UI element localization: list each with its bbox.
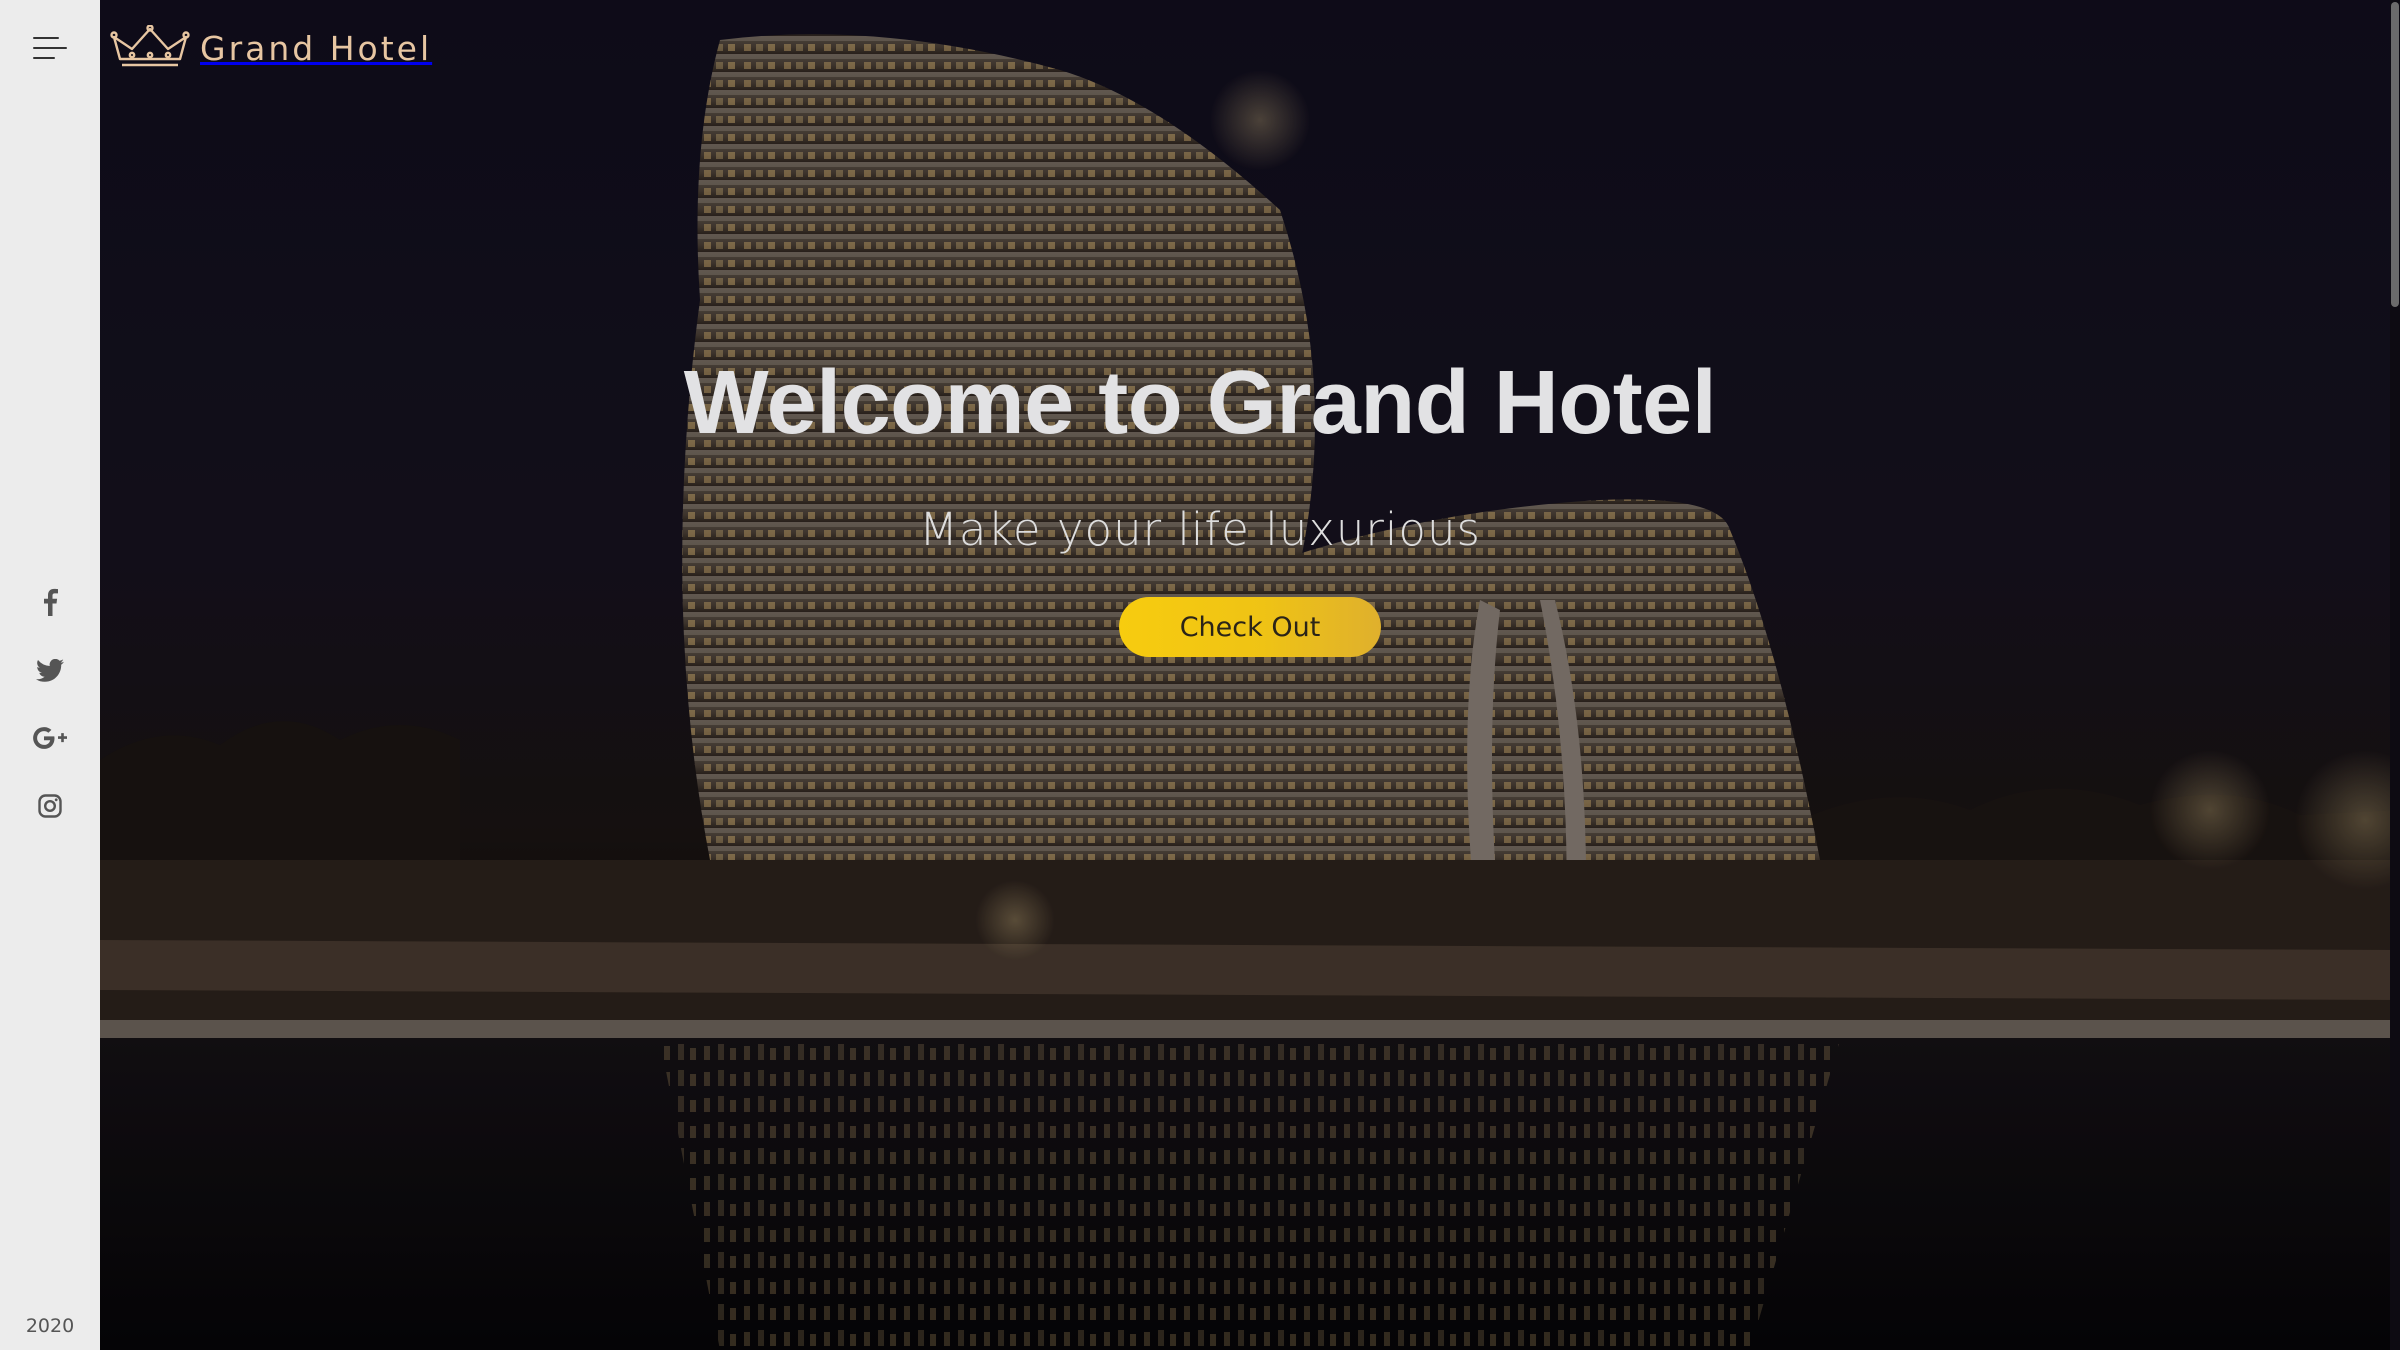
facebook-icon[interactable]	[0, 568, 100, 636]
hero-overlay	[100, 0, 2400, 1350]
check-out-button[interactable]: Check Out	[1119, 597, 1381, 657]
sidebar: 2020	[0, 0, 100, 1350]
copyright-year: 2020	[25, 1315, 75, 1337]
google-plus-icon[interactable]	[0, 704, 100, 772]
twitter-icon[interactable]	[0, 636, 100, 704]
hamburger-menu-icon[interactable]	[33, 35, 67, 61]
scrollbar-thumb[interactable]	[2391, 2, 2399, 307]
brand-title: Grand Hotel	[200, 28, 433, 68]
crown-icon	[110, 25, 190, 67]
social-links	[0, 568, 100, 840]
hero-section	[100, 0, 2400, 1350]
brand-logo-link[interactable]: Grand Hotel	[110, 20, 432, 76]
hero-subtitle: Make your life luxurious	[919, 503, 1481, 556]
scrollbar[interactable]	[2390, 0, 2400, 1350]
hero-title: Welcome to Grand Hotel	[683, 353, 1717, 453]
instagram-icon[interactable]	[0, 772, 100, 840]
